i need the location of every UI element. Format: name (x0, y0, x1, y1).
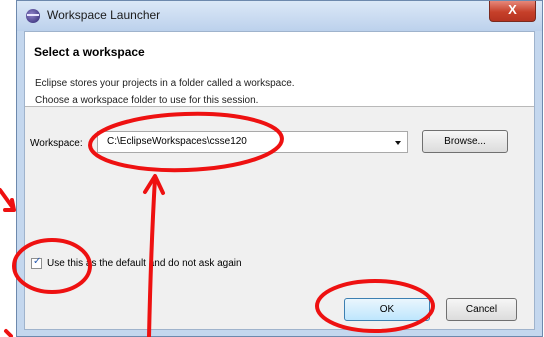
default-checkbox[interactable]: ✓ (31, 256, 42, 269)
window-title: Workspace Launcher (47, 8, 161, 22)
chevron-down-icon[interactable] (395, 141, 401, 145)
cancel-button[interactable]: Cancel (446, 298, 517, 321)
dialog-client: Select a workspace Eclipse stores your p… (24, 31, 535, 330)
ok-button[interactable]: OK (344, 298, 430, 321)
default-checkbox-label[interactable]: Use this as the default and do not ask a… (47, 258, 242, 269)
checkmark-icon: ✓ (33, 256, 42, 267)
header-description-line2: Choose a workspace folder to use for thi… (35, 95, 259, 106)
arrow-to-checkbox-head (3, 198, 16, 212)
workspace-launcher-window: Workspace Launcher X Select a workspace … (16, 0, 543, 337)
browse-button[interactable]: Browse... (422, 130, 508, 153)
eclipse-icon (26, 9, 40, 23)
header-description-line1: Eclipse stores your projects in a folder… (35, 78, 295, 89)
title-bar[interactable]: Workspace Launcher X (17, 1, 542, 31)
stray-annotation-mark (4, 329, 13, 337)
workspace-combo[interactable]: C:\EclipseWorkspaces\csse120 (97, 131, 408, 153)
close-button[interactable]: X (489, 1, 536, 22)
workspace-label: Workspace: (30, 138, 83, 149)
header-panel: Select a workspace Eclipse stores your p… (25, 32, 534, 107)
workspace-path-value[interactable]: C:\EclipseWorkspaces\csse120 (107, 136, 247, 147)
header-title: Select a workspace (34, 45, 145, 59)
arrow-to-checkbox-shaft (0, 188, 15, 210)
